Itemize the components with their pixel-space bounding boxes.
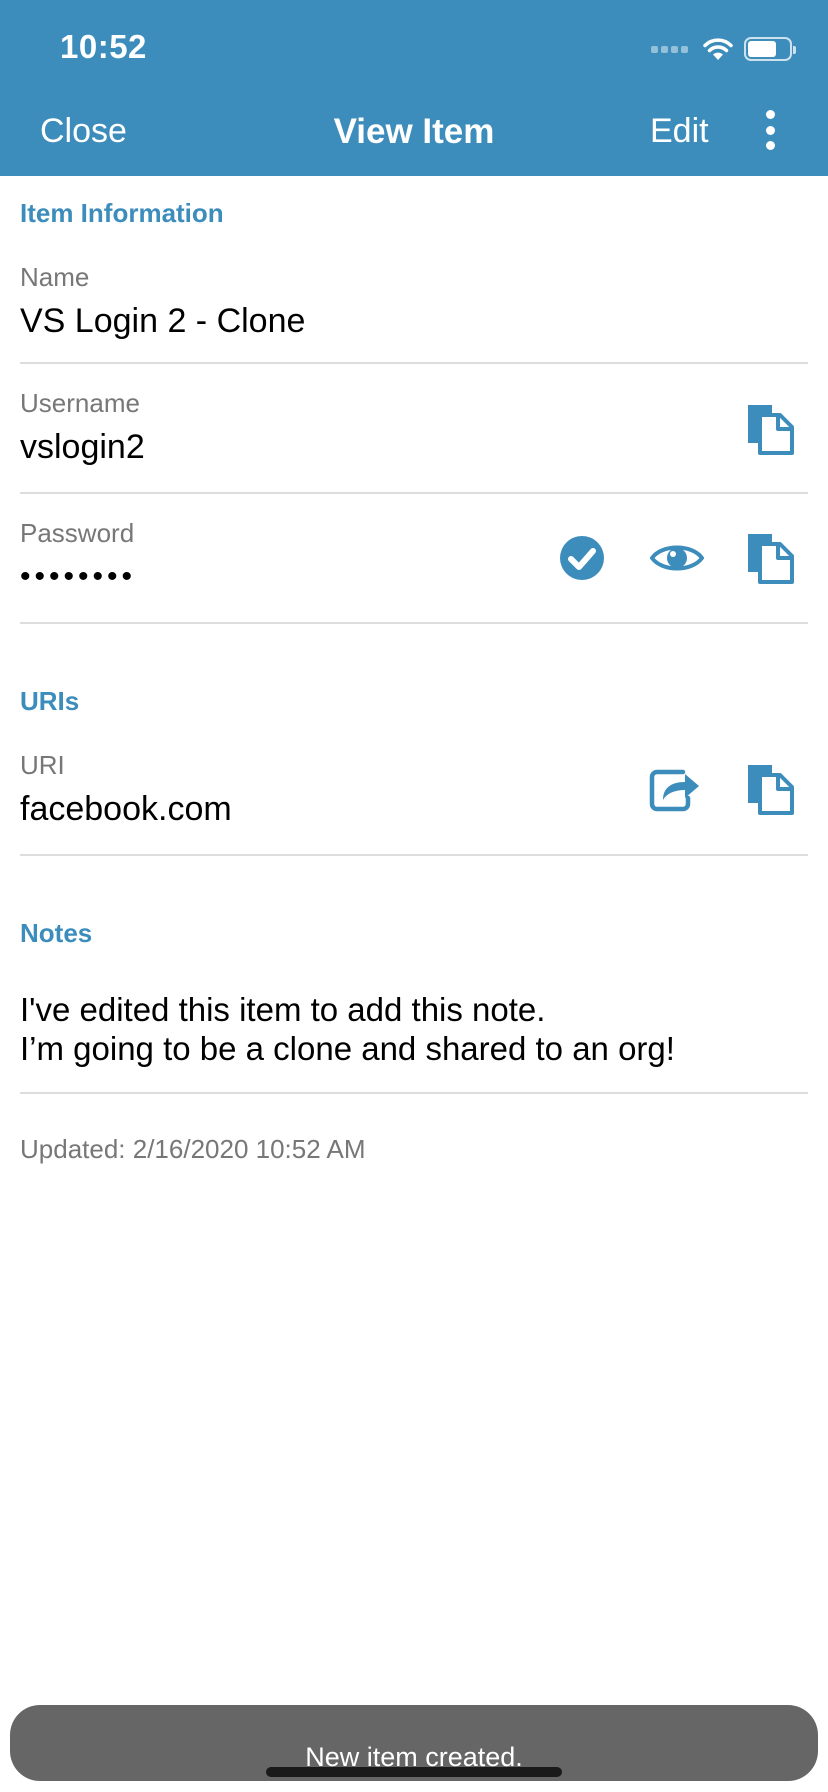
- status-icons: [651, 34, 796, 64]
- divider: [20, 854, 808, 856]
- check-circle-icon[interactable]: [552, 528, 612, 588]
- divider: [20, 492, 808, 494]
- divider: [20, 362, 808, 364]
- header-bar: 10:52 Close View Item Edit: [0, 0, 828, 176]
- cellular-signal-icon: [651, 45, 688, 53]
- copy-icon[interactable]: [740, 528, 800, 588]
- section-title-notes: Notes: [20, 918, 93, 948]
- share-icon[interactable]: [645, 759, 705, 819]
- section-title-item-information: Item Information: [20, 198, 224, 228]
- uri-label: URI: [20, 750, 65, 780]
- eye-icon[interactable]: [647, 528, 707, 588]
- notes-line: I've edited this item to add this note.: [20, 991, 546, 1028]
- section-title-uris: URIs: [20, 686, 80, 716]
- copy-icon[interactable]: [740, 759, 800, 819]
- uri-value: facebook.com: [20, 790, 232, 828]
- edit-button[interactable]: Edit: [650, 112, 709, 151]
- battery-icon: [744, 37, 796, 61]
- copy-icon[interactable]: [740, 399, 800, 459]
- updated-timestamp: Updated: 2/16/2020 10:52 AM: [20, 1134, 366, 1164]
- username-value: vslogin2: [20, 428, 145, 466]
- wifi-icon: [703, 38, 733, 60]
- notes-line: I’m going to be a clone and shared to an…: [20, 1030, 675, 1067]
- more-vertical-icon[interactable]: [758, 110, 782, 150]
- username-label: Username: [20, 388, 140, 418]
- status-time: 10:52: [60, 28, 147, 65]
- name-label: Name: [20, 262, 90, 292]
- notes-text: I've edited this item to add this note. …: [20, 990, 800, 1068]
- password-value: ••••••••: [20, 560, 137, 593]
- divider: [20, 622, 808, 624]
- home-indicator[interactable]: [266, 1767, 562, 1777]
- password-label: Password: [20, 518, 135, 548]
- name-value: VS Login 2 - Clone: [20, 302, 306, 340]
- divider: [20, 1092, 808, 1094]
